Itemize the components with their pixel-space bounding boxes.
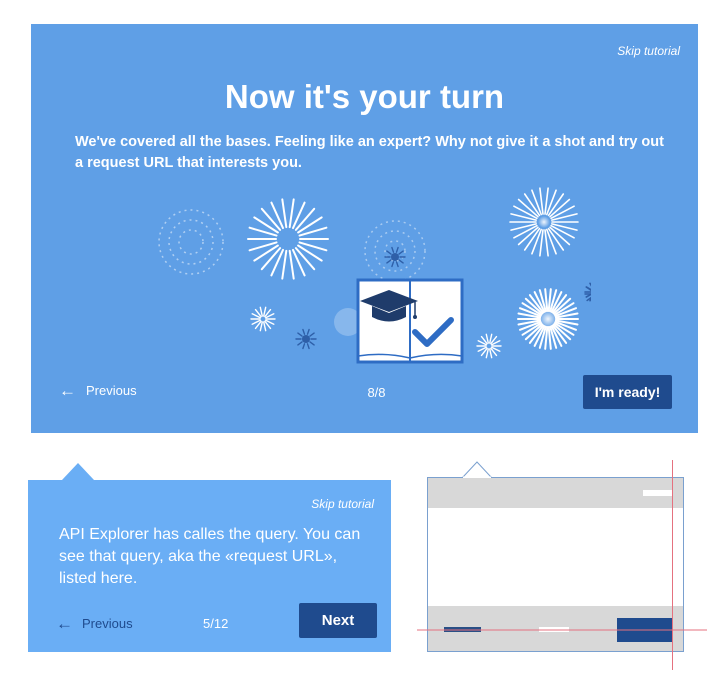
- next-button[interactable]: Next: [299, 603, 377, 638]
- skip-tutorial-link[interactable]: Skip tutorial: [311, 497, 374, 511]
- popover-wireframe: [417, 460, 707, 670]
- previous-label: Previous: [82, 616, 133, 631]
- tutorial-title: Now it's your turn: [224, 78, 505, 115]
- ready-button[interactable]: I'm ready!: [583, 375, 672, 409]
- celebration-illustration: [158, 187, 591, 364]
- page-indicator: 5/12: [203, 616, 229, 631]
- popover-description: API Explorer has calles the query. You c…: [59, 526, 361, 587]
- wireframe-skip-placeholder: [643, 490, 673, 496]
- popover-caret: [62, 463, 94, 480]
- previous-button[interactable]: ← Previous: [56, 614, 133, 633]
- skip-tutorial-link[interactable]: Skip tutorial: [617, 44, 680, 58]
- arrow-left-icon: ←: [56, 614, 73, 633]
- tutorial-description: We've covered all the bases. Feeling lik…: [75, 134, 664, 171]
- wireframe-caret: [461, 461, 493, 478]
- tutorial-popover: Skip tutorial API Explorer has calles th…: [28, 480, 391, 652]
- tutorial-panel: Skip tutorial Now it's your turn We've c…: [31, 24, 698, 433]
